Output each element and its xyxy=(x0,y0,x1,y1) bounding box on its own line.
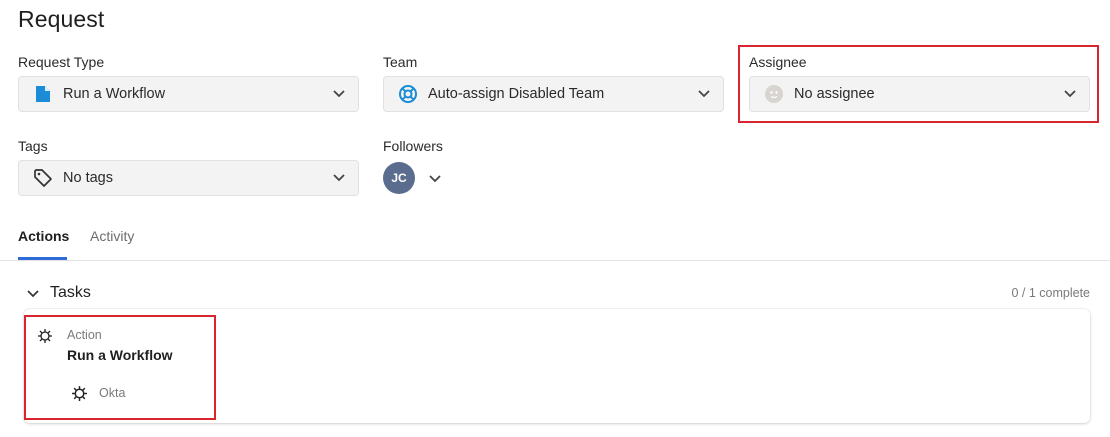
tabs-divider xyxy=(0,260,1110,261)
tags-select[interactable]: No tags xyxy=(18,160,359,196)
tasks-progress: 0 / 1 complete xyxy=(1011,286,1090,300)
tags-value: No tags xyxy=(63,170,113,186)
action-gear-icon xyxy=(37,328,53,344)
task-card[interactable] xyxy=(24,309,1090,423)
assignee-select[interactable]: No assignee xyxy=(749,76,1090,112)
tasks-collapse-chevron-icon[interactable] xyxy=(26,286,40,300)
team-label: Team xyxy=(383,54,418,70)
assignee-value: No assignee xyxy=(794,86,875,102)
chevron-down-icon xyxy=(697,87,711,101)
followers-label: Followers xyxy=(383,138,443,154)
request-type-select[interactable]: Run a Workflow xyxy=(18,76,359,112)
team-select[interactable]: Auto-assign Disabled Team xyxy=(383,76,724,112)
task-integration-label: Okta xyxy=(99,386,126,400)
team-value: Auto-assign Disabled Team xyxy=(428,86,605,102)
tab-activity[interactable]: Activity xyxy=(90,228,134,244)
tags-label: Tags xyxy=(18,138,48,154)
chevron-down-icon xyxy=(332,171,346,185)
tasks-section-title: Tasks xyxy=(50,284,91,301)
follower-avatar[interactable]: JC xyxy=(383,162,415,194)
empty-avatar-icon xyxy=(764,84,784,104)
document-icon xyxy=(33,84,53,104)
assignee-label: Assignee xyxy=(749,54,807,70)
page-title: Request xyxy=(18,6,105,32)
followers-chevron-down-icon[interactable] xyxy=(428,171,442,185)
tab-actions[interactable]: Actions xyxy=(18,228,69,244)
chevron-down-icon xyxy=(1063,87,1077,101)
lifebuoy-icon xyxy=(398,84,418,104)
chevron-down-icon xyxy=(332,87,346,101)
tag-icon xyxy=(33,168,53,188)
task-name[interactable]: Run a Workflow xyxy=(67,347,173,363)
request-page: Request Request Type Run a Workflow Team… xyxy=(0,0,1110,437)
request-type-value: Run a Workflow xyxy=(63,86,166,102)
okta-logo-icon xyxy=(71,385,88,402)
request-type-label: Request Type xyxy=(18,54,105,70)
task-kind-label: Action xyxy=(67,328,102,342)
